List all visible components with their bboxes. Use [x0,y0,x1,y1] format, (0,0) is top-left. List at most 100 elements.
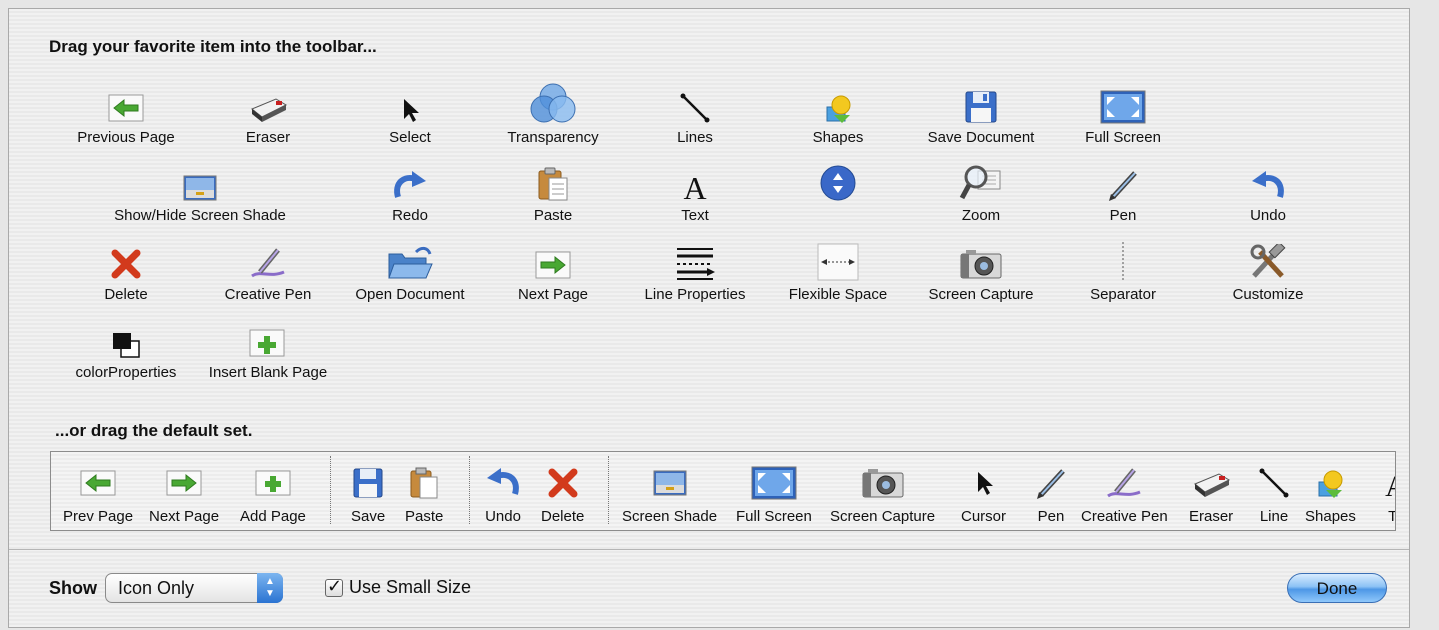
default-item-label: Eraser [1189,508,1234,525]
line-icon [625,85,765,125]
item-eraser[interactable]: Eraser [198,85,338,146]
show-popup-button[interactable]: Icon Only ▲ ▼ [105,573,283,603]
item-zoom[interactable]: Zoom [911,163,1051,224]
default-toolbar-set[interactable]: Prev Page Next Page Add Page Save Paste … [50,451,1396,531]
item-label: Redo [392,207,428,224]
item-label: colorProperties [75,364,177,381]
screen-shade-icon [622,464,717,502]
default-item-label: Creative Pen [1081,508,1168,525]
camera-icon [830,464,935,502]
default-item-full-screen: Full Screen [736,464,812,525]
pen-icon [1053,163,1193,203]
item-label: Save Document [927,129,1035,146]
item-line-properties[interactable]: Line Properties [625,242,765,303]
toolbar-separator [608,456,609,524]
item-insert-blank-page[interactable]: Insert Blank Page [198,320,338,381]
paste-icon [483,163,623,203]
item-undo[interactable]: Undo [1198,163,1338,224]
item-select[interactable]: Select [340,85,480,146]
default-item-text: A Te [1381,464,1395,525]
default-item-label: Line [1259,508,1289,525]
small-size-label: Use Small Size [349,577,472,597]
next-page-icon [483,242,623,282]
customize-tools-icon [1198,242,1338,282]
show-value: Icon Only [118,578,195,598]
svg-text:A: A [683,170,706,203]
default-item-undo: Undo [483,464,523,525]
palette-heading: Drag your favorite item into the toolbar… [49,37,377,56]
item-label: Text [681,207,709,224]
item-scroll-arrows[interactable] [768,163,908,207]
scroll-arrows-icon [768,163,908,203]
default-item-paste: Paste [405,464,443,525]
item-save-document[interactable]: Save Document [911,85,1051,146]
item-customize[interactable]: Customize [1198,242,1338,303]
small-size-option[interactable]: ✓ Use Small Size [325,575,472,598]
small-size-checkbox[interactable]: ✓ [325,575,343,597]
paste-icon [405,464,443,502]
done-button[interactable]: Done [1287,573,1387,603]
line-icon [1257,464,1291,502]
item-label: Shapes [812,129,864,146]
item-label: Delete [104,286,148,303]
line-properties-icon [625,242,765,282]
save-icon [351,464,385,502]
item-screen-capture[interactable]: Screen Capture [911,242,1051,303]
item-transparency[interactable]: Transparency [483,83,623,146]
item-flexible-space[interactable]: Flexible Space [768,242,908,303]
redo-icon [340,163,480,203]
default-item-label: Pen [1037,508,1065,525]
item-pen[interactable]: Pen [1053,163,1193,224]
previous-page-icon [56,85,196,125]
item-lines[interactable]: Lines [625,85,765,146]
previous-page-icon [63,464,133,502]
default-item-label: Paste [405,508,444,525]
item-shapes[interactable]: Shapes [768,85,908,146]
item-label: Previous Page [77,129,175,146]
undo-icon [483,464,523,502]
item-separator[interactable]: Separator [1053,242,1193,303]
item-label: Transparency [507,129,599,146]
select-arrow-icon [340,85,480,125]
default-item-label: Screen Capture [830,508,936,525]
shapes-icon [768,85,908,125]
default-item-label: Next Page [149,508,220,525]
popup-arrows-icon: ▲ ▼ [257,573,283,603]
text-icon: A [1381,464,1395,502]
shapes-icon [1305,464,1356,502]
checkmark-icon: ✓ [327,575,343,596]
item-color-properties[interactable]: colorProperties [56,320,196,381]
default-item-label: Add Page [240,508,306,525]
next-page-icon [149,464,219,502]
default-item-label: Undo [485,508,521,525]
item-delete[interactable]: Delete [56,242,196,303]
item-creative-pen[interactable]: Creative Pen [198,242,338,303]
eraser-icon [1189,464,1233,502]
item-label: Undo [1250,207,1286,224]
full-screen-icon [736,464,812,502]
item-label: Screen Capture [928,286,1034,303]
item-show-hide-screen-shade[interactable]: Show/Hide Screen Shade [105,163,295,224]
item-label: Line Properties [644,286,746,303]
default-item-save: Save [351,464,385,525]
default-item-screen-capture: Screen Capture [830,464,935,525]
undo-icon [1198,163,1338,203]
pen-icon [1033,464,1069,502]
insert-blank-page-icon [198,320,338,360]
eraser-icon [198,85,338,125]
default-item-prev-page: Prev Page [63,464,133,525]
item-paste[interactable]: Paste [483,163,623,224]
screen-shade-icon [105,163,295,203]
item-text[interactable]: A Text [625,163,765,224]
item-label: Show/Hide Screen Shade [114,207,286,224]
default-item-shapes: Shapes [1305,464,1356,525]
item-full-screen[interactable]: Full Screen [1053,85,1193,146]
item-open-document[interactable]: Open Document [340,242,480,303]
creative-pen-icon [1081,464,1168,502]
toolbar-separator [469,456,470,524]
default-item-next-page: Next Page [149,464,219,525]
flexible-space-icon [768,242,908,282]
item-next-page[interactable]: Next Page [483,242,623,303]
item-previous-page[interactable]: Previous Page [56,85,196,146]
item-redo[interactable]: Redo [340,163,480,224]
